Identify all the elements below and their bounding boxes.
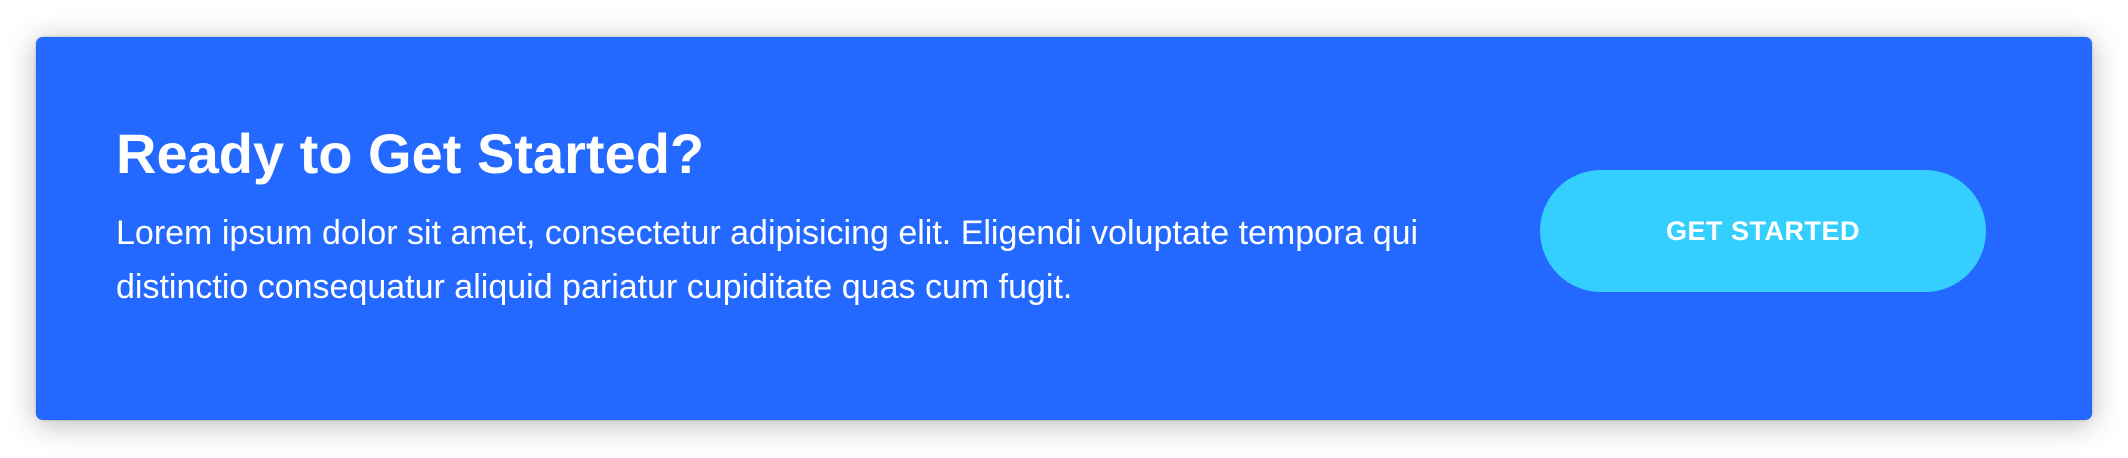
- cta-banner: Ready to Get Started? Lorem ipsum dolor …: [36, 37, 2092, 420]
- cta-description: Lorem ipsum dolor sit amet, consectetur …: [116, 214, 1419, 306]
- page: Ready to Get Started? Lorem ipsum dolor …: [0, 0, 2128, 458]
- cta-title: Ready to Get Started?: [116, 122, 705, 185]
- get-started-button[interactable]: GET STARTED: [1540, 170, 1986, 292]
